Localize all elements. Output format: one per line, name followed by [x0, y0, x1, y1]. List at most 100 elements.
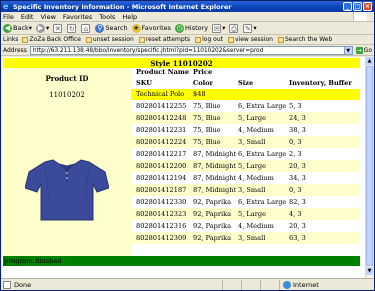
home-button[interactable]: ⌂: [81, 23, 91, 33]
color-cell: 92, Paprika: [193, 234, 232, 242]
inventory-cell: 20, 3: [289, 162, 306, 170]
link-page-icon: [138, 36, 145, 43]
stop-icon: ✕: [53, 23, 63, 33]
zone-label: Internet: [293, 280, 319, 289]
color-cell: 92, Paprika: [193, 198, 232, 206]
table-row: 802801412323 92, Paprika 5, Large 4, 3: [131, 208, 360, 220]
sku-cell: 802801412194: [136, 174, 187, 182]
links-bar: Links ZoZa Back Office unset session res…: [1, 35, 374, 45]
menu-favorites[interactable]: Favorites: [63, 13, 92, 21]
link-unset-session[interactable]: unset session: [85, 36, 134, 43]
table-row: 802801412248 75, Blue 5, Large 24, 3: [131, 112, 360, 124]
inventory-cell: 38, 3: [289, 126, 306, 134]
link-view-session[interactable]: view session: [228, 36, 273, 43]
size-cell: 6, Extra Large: [238, 102, 287, 110]
menu-view[interactable]: View: [40, 13, 55, 21]
window-title: Specific Inventory Information - Microso…: [13, 2, 232, 11]
inventory-cell: 4, 3: [289, 210, 302, 218]
back-arrow-icon: ◀: [3, 23, 12, 33]
back-label: Back: [13, 24, 29, 32]
chevron-down-icon: ▾: [28, 24, 33, 32]
back-button[interactable]: ◀ Back ▾: [3, 23, 33, 33]
size-cell: 5, Large: [238, 162, 266, 170]
print-button[interactable]: ⎙: [229, 23, 239, 33]
go-button[interactable]: → Go: [355, 46, 372, 54]
home-icon: ⌂: [81, 23, 91, 33]
link-zoza-back-office[interactable]: ZoZa Back Office: [22, 36, 81, 43]
inventory-cell: 20, 3: [289, 222, 306, 230]
menu-edit[interactable]: Edit: [21, 13, 34, 21]
favorites-star-icon: ★: [131, 23, 141, 33]
polo-shirt-image: [25, 159, 109, 221]
status-segment: [222, 279, 238, 290]
table-row: 802801412194 87, Midnight 4, Medium 34, 3: [131, 172, 360, 184]
scroll-down-icon[interactable]: ▼: [366, 267, 373, 275]
go-arrow-icon: →: [355, 46, 363, 54]
product-id-value: 11010202: [3, 89, 131, 100]
status-text: Done: [14, 280, 32, 289]
sku-cell: 802801412330: [136, 198, 187, 206]
vertical-scrollbar[interactable]: ▲ ▼: [365, 57, 373, 279]
size-cell: 4, Medium: [238, 174, 274, 182]
color-cell: 92, Paprika: [193, 222, 232, 230]
link-label: log out: [202, 36, 223, 43]
forward-button[interactable]: ▶ ▾: [36, 23, 50, 33]
edit-button[interactable]: ✎ ▾: [243, 23, 257, 33]
address-dropdown-icon[interactable]: ▼: [344, 45, 353, 55]
table-row: 802801412224 75, Blue 3, Small 0, 3: [131, 136, 360, 148]
color-cell: 75, Blue: [193, 102, 221, 110]
table-row: 802801412309 92, Paprika 3, Small 63, 3: [131, 232, 360, 244]
status-message: program finished: [3, 256, 360, 266]
scrollbar-thumb[interactable]: [366, 66, 373, 266]
menu-tools[interactable]: Tools: [99, 13, 115, 21]
search-button[interactable]: ⚲ Search: [95, 23, 128, 33]
sku-cell: 802801412200: [136, 162, 187, 170]
internet-explorer-icon: e: [3, 1, 9, 11]
inventory-cell: 24, 3: [289, 114, 306, 122]
refresh-icon: ↻: [67, 23, 77, 33]
link-label: view session: [235, 36, 273, 43]
color-header: Color: [193, 79, 214, 87]
link-page-icon: [277, 36, 284, 43]
favorites-label: Favorites: [141, 24, 172, 32]
history-button[interactable]: ◷ History: [175, 23, 208, 33]
status-segment: [241, 279, 257, 290]
status-bar: Done Internet: [1, 278, 374, 290]
refresh-button[interactable]: ↻: [67, 23, 77, 33]
sku-cell: 802801412255: [136, 102, 187, 110]
sku-cell: 802801412309: [136, 234, 187, 242]
size-header: Size: [238, 79, 254, 87]
address-input[interactable]: http://63.211.138.48/bbo/inventory/speci…: [29, 45, 345, 55]
product-name-header: Product Name: [136, 68, 190, 76]
sku-cell: 802801412248: [136, 114, 187, 122]
inventory-cell: 82, 3: [289, 198, 306, 206]
minimize-button[interactable]: _: [343, 2, 352, 11]
standard-toolbar: ◀ Back ▾ ▶ ▾ ✕ ↻ ⌂ ⚲ Search ★ Favorites …: [1, 22, 374, 35]
link-label: unset session: [92, 36, 134, 43]
browser-window: e Specific Inventory Information - Micro…: [0, 0, 375, 291]
scroll-up-icon[interactable]: ▲: [366, 57, 373, 65]
menu-file[interactable]: File: [3, 13, 14, 21]
stop-button[interactable]: ✕: [53, 23, 63, 33]
inventory-cell: 34, 3: [289, 174, 306, 182]
favorites-button[interactable]: ★ Favorites: [131, 23, 172, 33]
inventory-cell: 2, 3: [289, 150, 302, 158]
menu-help[interactable]: Help: [122, 13, 137, 21]
close-button[interactable]: ×: [363, 2, 372, 11]
table-row: 802801412255 75, Blue 6, Extra Large 5, 3: [131, 100, 360, 112]
link-search-the-web[interactable]: Search the Web: [277, 36, 332, 43]
link-log-out[interactable]: log out: [195, 36, 223, 43]
sku-cell: 802801412231: [136, 126, 187, 134]
history-icon: ◷: [175, 23, 185, 33]
status-segment: [260, 279, 276, 290]
maximize-button[interactable]: □: [353, 2, 362, 11]
table-row: 802801412187 87, Midnight 3, Small 0, 3: [131, 184, 360, 196]
table-row: 802801412231 75, Blue 4, Medium 38, 3: [131, 124, 360, 136]
mail-button[interactable]: ✉ ▾: [212, 23, 225, 33]
link-reset-attempts[interactable]: reset attempts: [138, 36, 190, 43]
table-row: 802801412316 92, Paprika 4, Medium 20, 3: [131, 220, 360, 232]
inventory-cell: 5, 3: [289, 102, 302, 110]
sku-cell: 802801412224: [136, 138, 187, 146]
size-cell: 4, Medium: [238, 222, 274, 230]
chevron-down-icon: ▾: [46, 24, 50, 32]
